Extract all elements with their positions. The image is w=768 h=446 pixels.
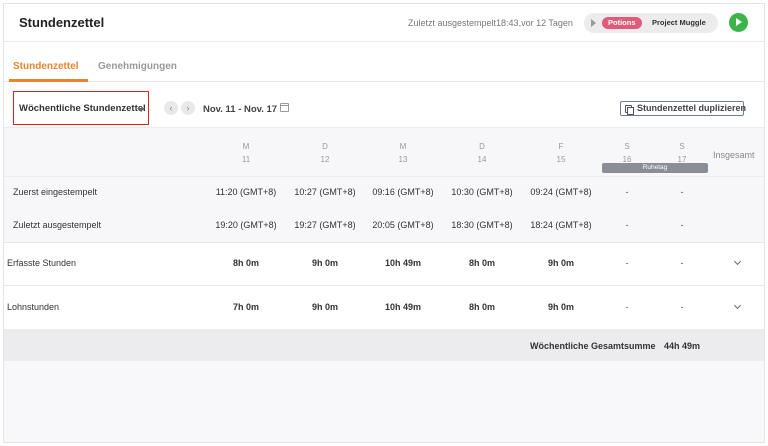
day-header: M 11 (241, 142, 251, 164)
current-activity-pill[interactable]: Potions Project Muggle (584, 13, 718, 33)
table-cell: - (625, 220, 629, 230)
weekly-total-value: 44h 49m (664, 341, 701, 351)
chevron-down-icon[interactable] (733, 301, 742, 310)
tab-bar: Stundenzettel Genehmigungen (4, 42, 764, 82)
project-name: Project Muggle (652, 18, 706, 27)
table-cell: 9h 0m (311, 258, 338, 268)
rest-day-badge: Ruhetag (602, 163, 708, 173)
previous-week-button[interactable]: ‹ (164, 101, 178, 115)
row-label: Erfasste Stunden (7, 258, 77, 268)
duplicate-timesheet-label: Stundenzettel duplizieren (637, 103, 747, 113)
table-cell: 9h 0m (547, 258, 574, 268)
last-clock-out-status: Zuletzt ausgestempelt18:43,vor 12 Tagen (408, 18, 573, 28)
page-title: Stundenzettel (19, 15, 105, 30)
view-selector-label: Wöchentliche Stundenzettel (19, 103, 146, 114)
play-icon (591, 19, 596, 27)
table-cell: 8h 0m (468, 258, 495, 268)
table-cell: 09:16 (GMT+8) (372, 187, 434, 197)
table-cell: - (625, 302, 629, 312)
table-cell: 18:24 (GMT+8) (530, 220, 592, 230)
row-label: Lohnstunden (7, 302, 60, 312)
calendar-icon[interactable] (280, 103, 289, 112)
next-week-button[interactable]: › (181, 101, 195, 115)
view-selector-dropdown[interactable]: Wöchentliche Stundenzettel (13, 91, 149, 125)
table-cell: 19:27 (GMT+8) (294, 220, 356, 230)
table-cell: 19:20 (GMT+8) (215, 220, 277, 230)
table-cell: - (625, 258, 629, 268)
weekly-total-bar: Wöchentliche Gesamtsumme 44h 49m (4, 329, 764, 361)
page-header: Stundenzettel Zuletzt ausgestempelt18:43… (4, 4, 764, 42)
row-label: Zuletzt ausgestempelt (13, 220, 102, 230)
play-icon (736, 18, 742, 26)
table-cell: 8h 0m (232, 258, 259, 268)
table-cell: 11:20 (GMT+8) (215, 187, 277, 197)
copy-icon (625, 105, 634, 115)
table-cell: 20:05 (GMT+8) (372, 220, 434, 230)
table-cell: 10:30 (GMT+8) (451, 187, 513, 197)
day-header: D 14 (477, 142, 487, 164)
tab-approvals[interactable]: Genehmigungen (98, 61, 177, 72)
empty-area (4, 361, 764, 442)
table-header: M 11 D 12 M 13 D 14 F 15 S 16 S 17 Ruhetag Insg… (4, 127, 764, 177)
duplicate-timesheet-button[interactable]: Stundenzettel duplizieren (620, 101, 747, 116)
table-cell: 10h 49m (384, 258, 422, 268)
table-cell: 10:27 (GMT+8) (294, 187, 356, 197)
table-cell: - (680, 302, 684, 312)
tab-timesheets[interactable]: Stundenzettel (13, 61, 79, 72)
table-cell: - (680, 220, 684, 230)
day-header: F 15 (556, 142, 566, 164)
table-cell: - (680, 258, 684, 268)
row-label: Zuerst eingestempelt (13, 187, 98, 197)
activity-tag-badge: Potions (602, 17, 642, 29)
table-cell: 7h 0m (232, 302, 259, 312)
table-cell: 9h 0m (547, 302, 574, 312)
date-range: Nov. 11 - Nov. 17 (203, 104, 278, 115)
table-cell: - (625, 187, 629, 197)
start-timer-button[interactable] (729, 13, 748, 32)
row-divider (4, 285, 764, 286)
day-header: M 13 (398, 142, 408, 164)
chevron-down-icon[interactable] (733, 257, 742, 266)
active-tab-indicator (9, 79, 88, 82)
table-cell: 09:24 (GMT+8) (530, 187, 592, 197)
weekly-total-label: Wöchentliche Gesamtsumme (530, 341, 656, 351)
table-cell: 8h 0m (468, 302, 495, 312)
timesheet-window: Stundenzettel Zuletzt ausgestempelt18:43… (3, 3, 765, 443)
total-column-header: Insgesamt (713, 150, 755, 160)
table-cell: 10h 49m (384, 302, 422, 312)
day-header: D 12 (320, 142, 330, 164)
table-cell: 9h 0m (311, 302, 338, 312)
table-cell: - (680, 187, 684, 197)
table-cell: 18:30 (GMT+8) (451, 220, 513, 230)
caret-down-icon (137, 108, 145, 112)
